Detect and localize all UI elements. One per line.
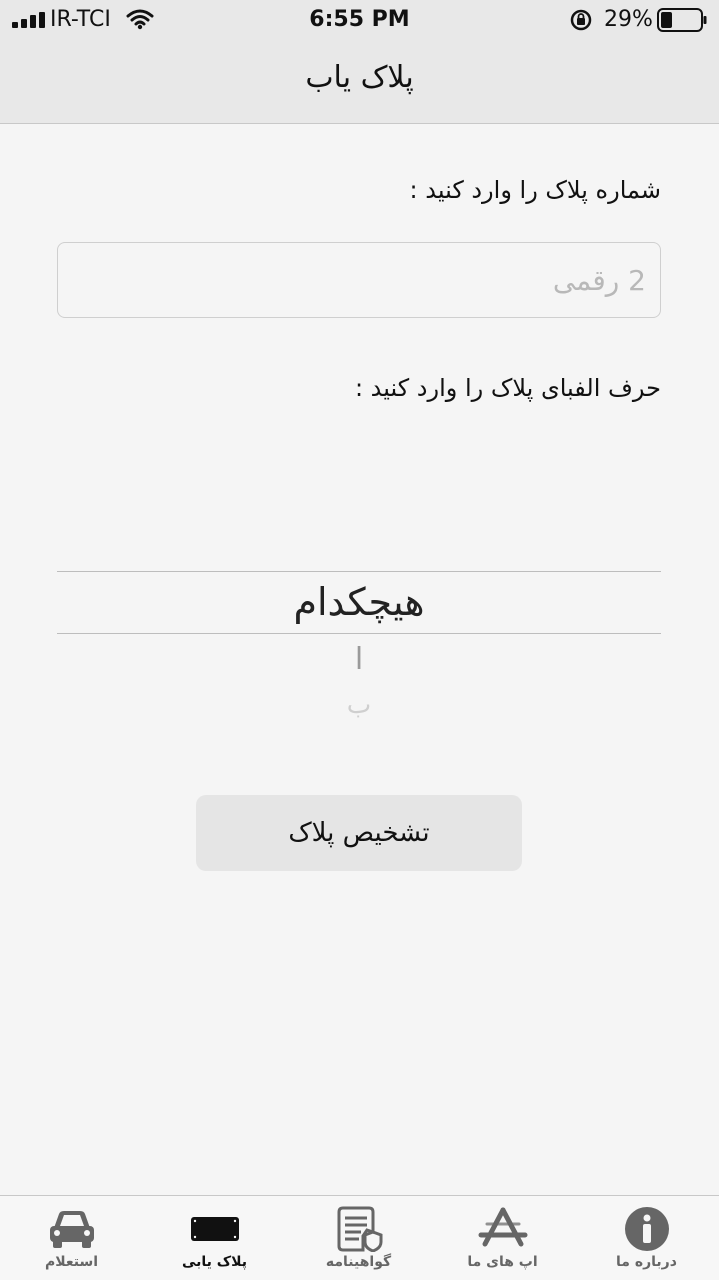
certificate-icon: [337, 1206, 383, 1252]
rotation-lock-icon: [570, 9, 592, 31]
picker-option[interactable]: ب: [57, 690, 661, 720]
tab-plate-finder[interactable]: پلاک یابی: [143, 1196, 286, 1280]
plate-letter-label: حرف الفبای پلاک را وارد کنید :: [354, 374, 661, 402]
tab-label: اپ های ما: [467, 1254, 538, 1270]
license-plate-icon: [191, 1217, 239, 1241]
picker-divider-bottom: [57, 633, 661, 634]
status-bar: IR-TCI 6:55 PM 29%: [0, 0, 719, 40]
picker-divider-top: [57, 571, 661, 572]
picker-option-selected[interactable]: هیچکدام: [57, 580, 661, 624]
detect-plate-button[interactable]: تشخیص پلاک: [196, 795, 522, 871]
tab-label: گواهینامه: [325, 1254, 392, 1270]
battery-icon: [657, 8, 707, 32]
plate-number-input[interactable]: [57, 242, 661, 318]
car-icon: [50, 1211, 94, 1248]
letter-picker[interactable]: هیچکدام ا ب پ: [57, 500, 661, 760]
tab-certificate[interactable]: گواهینامه: [287, 1196, 430, 1280]
top-bar: IR-TCI 6:55 PM 29% پلاک یاب: [0, 0, 719, 124]
tab-label: پلاک یابی: [181, 1254, 248, 1270]
tab-inquiry[interactable]: استعلام: [0, 1196, 143, 1280]
tab-our-apps[interactable]: اپ های ما: [431, 1196, 574, 1280]
tab-label: درباره ما: [616, 1254, 677, 1270]
tab-label: استعلام: [44, 1254, 99, 1270]
plate-number-label: شماره پلاک را وارد کنید :: [409, 176, 661, 204]
battery-percent: 29%: [604, 7, 653, 32]
info-icon: [625, 1207, 669, 1251]
app-store-icon: [478, 1207, 528, 1247]
plate-finder-screen: IR-TCI 6:55 PM 29% پلاک یاب شماره پلاک ر…: [0, 0, 719, 1280]
picker-option[interactable]: پ: [57, 728, 661, 734]
tab-about-us[interactable]: درباره ما: [575, 1196, 718, 1280]
tab-bar: استعلام پلاک یابی گواهینامه اپ های ما در…: [0, 1195, 719, 1280]
page-title: پلاک یاب: [305, 60, 414, 95]
picker-option[interactable]: ا: [57, 642, 661, 677]
